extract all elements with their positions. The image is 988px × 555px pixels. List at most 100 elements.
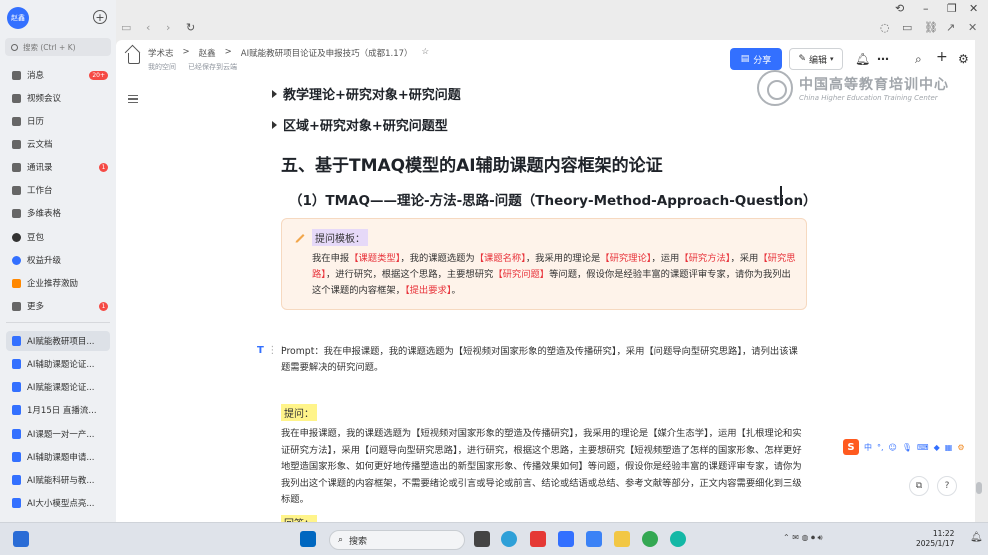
add-icon[interactable]: + [936,49,948,65]
mic-icon[interactable]: 🎙︎ [902,443,912,452]
scrollbar-thumb[interactable] [976,482,982,494]
bullet-item[interactable]: 教学理论+研究对象+研究问题 [272,84,461,103]
close-icon[interactable]: ✕ [969,2,978,15]
folder-icon[interactable] [614,531,630,547]
task-view-icon[interactable] [474,531,490,547]
more-icon[interactable]: ⋯ [877,52,889,66]
skin-icon[interactable]: ◆ [934,443,940,452]
start-icon[interactable] [300,531,316,547]
settings-icon[interactable]: ⚙ [957,443,964,452]
sidebar-item-more[interactable]: 更多 1 [12,297,112,315]
comment-icon[interactable]: ◌ [880,21,890,34]
sogou-ime-icon[interactable]: S [843,439,859,455]
search-input[interactable]: 搜索 (Ctrl + K) [5,38,111,56]
back-icon[interactable]: ‹ [146,21,150,34]
save-status: 已经保存到云端 [188,63,237,71]
bullet-triangle-icon [272,120,277,129]
ime-punct[interactable]: °, [877,443,884,452]
sidebar-item-video[interactable]: 视频会议 [12,89,112,107]
taskbar: ⌕ 搜索 ⌃ ✉ ◍ ⏺ 🔊︎ 11:22 2025/1/17 🔔︎ [0,522,988,555]
doc-title[interactable]: AI赋能教研项目论证及申报技巧（成都1.17） [241,47,413,59]
widgets-icon[interactable] [13,531,29,547]
doc-icon [12,429,21,439]
doc-item[interactable]: AI赋能课题论证... [6,377,110,397]
template-text: 我在申报【课题类型】，我的课题选题为【课题名称】，我采用的理论是【研究理论】，运… [312,251,796,299]
watermark-en: China Higher Education Training Center [799,94,938,102]
doc-item[interactable]: AI大小模型点亮... [6,493,110,513]
keyboard-icon[interactable]: ⌨ [917,443,929,452]
text-cursor [780,186,782,206]
window-icon[interactable]: ▭ [902,21,912,34]
edit-button[interactable]: ✎ 编辑 ▾ [789,48,843,70]
answer-label: 回答： [281,515,317,522]
chrome-icon[interactable] [642,531,658,547]
breadcrumb: 学术志 > 赵鑫 > AI赋能教研项目论证及申报技巧（成都1.17） ☆ [148,47,430,59]
sidebar-item-calendar[interactable]: 日历 [12,112,112,130]
clock[interactable]: 11:22 2025/1/17 [916,529,954,549]
template-label: 提问模板： [312,229,368,246]
more-grid-icon [12,301,21,311]
sidebar-item-contacts[interactable]: 通讯录 1 [12,158,112,176]
doc-tool-icon[interactable]: ⧉ [909,476,929,496]
wps-icon[interactable] [530,531,546,547]
emoji-icon[interactable]: ☺ [889,443,897,452]
mail-icon[interactable] [586,531,602,547]
minimize-icon[interactable]: – [923,2,929,15]
search-icon[interactable]: ⌕ [915,52,922,67]
avatar[interactable]: 赵鑫 [7,7,29,29]
outline-icon[interactable] [128,95,138,103]
workbench-icon [12,185,21,195]
doc-item[interactable]: AI赋能科研与教... [6,470,110,490]
template-placeholder: 【研究问题】 [493,269,550,280]
template-segment: ，采用 [730,253,759,264]
layout-icon[interactable]: ▭ [121,21,131,34]
forward-icon[interactable]: › [166,21,170,34]
close-tab-icon[interactable]: ✕ [968,21,977,34]
doc-item[interactable]: AI赋能教研项目... [6,331,110,351]
upgrade-icon [12,255,21,265]
maximize-icon[interactable]: ❐ [947,2,957,15]
bell-icon[interactable]: 🔔︎ [855,52,870,66]
link-icon[interactable]: ⛓ [924,21,938,34]
sidebar-item-upgrade[interactable]: 权益升级 [12,251,112,269]
sidebar-item-doubao[interactable]: 豆包 [12,228,112,246]
sidebar-item-workbench[interactable]: 工作台 [12,181,112,199]
doc-item[interactable]: AI辅助课题论证... [6,354,110,374]
breadcrumb-item[interactable]: 学术志 [148,47,174,59]
sidebar-item-table[interactable]: 多维表格 [12,204,112,222]
history-icon[interactable]: ⟲ [895,2,904,15]
subsection-heading: （1）TMAQ——理论-方法-思路-问题（Theory-Method-Appro… [289,193,817,209]
left-sidebar: 赵鑫 + 搜索 (Ctrl + K) 消息 20+ 视频会议 日历 云文档 通讯录… [0,0,116,522]
calendar-icon [12,116,21,126]
doubao-icon [12,232,21,242]
doc-item[interactable]: 1月15日 直播流... [6,400,110,420]
breadcrumb-item[interactable]: 赵鑫 [199,47,216,59]
sidebar-item-messages[interactable]: 消息 20+ [12,66,112,84]
browser-icon[interactable] [670,531,686,547]
share-button[interactable]: ▤ 分享 [730,48,782,70]
edge-icon[interactable] [501,531,517,547]
space-label[interactable]: 我的空间 [148,62,176,72]
bullet-item[interactable]: 区域+研究对象+研究问题型 [272,115,448,134]
pencil-icon: ✎ [798,54,806,64]
tray-icons[interactable]: ⌃ ✉ ◍ ⏺ 🔊︎ [783,533,823,543]
doc-item[interactable]: AI辅助课题申请... [6,447,110,467]
star-icon[interactable]: ☆ [422,47,430,59]
doc-meta: 我的空间 已经保存到云端 [148,62,237,72]
help-icon[interactable]: ? [937,476,957,496]
doc-icon [12,382,21,392]
open-external-icon[interactable]: ↗ [946,21,955,34]
notification-icon[interactable]: 🔔︎ [970,532,983,543]
add-icon[interactable]: + [93,10,107,24]
doc-item[interactable]: AI课题一对一产... [6,424,110,444]
taskbar-search[interactable]: ⌕ 搜索 [329,530,465,550]
doc-icon [12,498,21,508]
refresh-icon[interactable]: ↻ [186,21,195,34]
sidebar-item-cloud-doc[interactable]: 云文档 [12,135,112,153]
settings-icon[interactable]: ⚙ [958,52,969,66]
sidebar-item-reward[interactable]: 企业推荐激励 [12,274,112,292]
grid-icon[interactable]: ▦ [945,443,953,452]
feishu-icon[interactable] [558,531,574,547]
home-icon[interactable] [128,53,140,64]
ime-mode[interactable]: 中 [864,442,872,453]
